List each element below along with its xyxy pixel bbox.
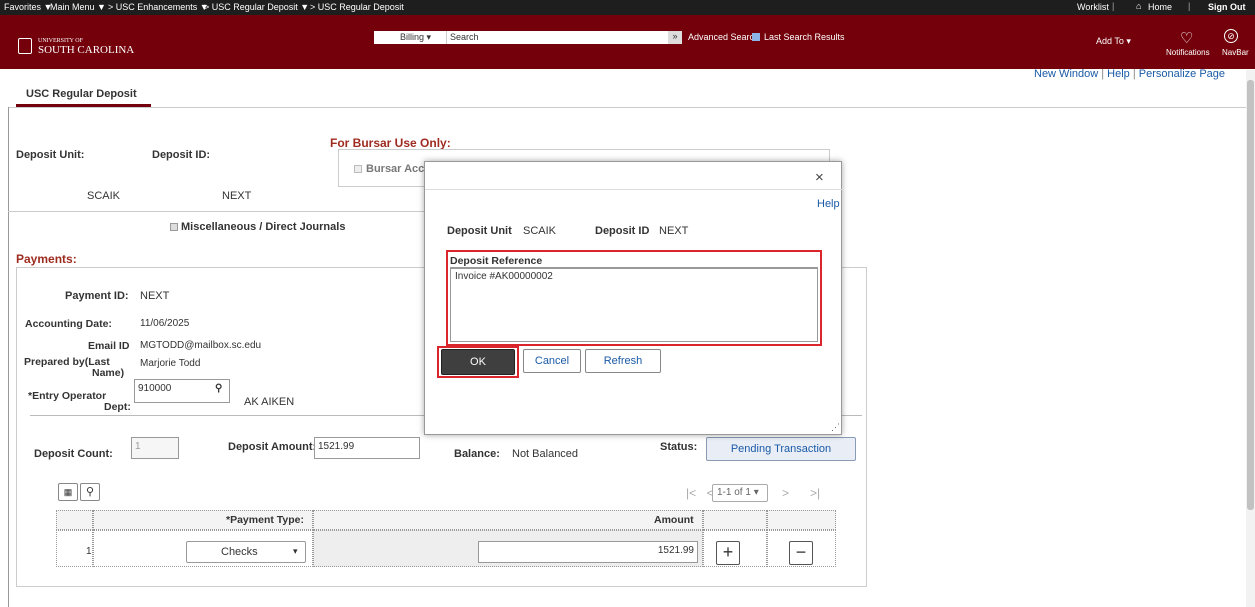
search-input[interactable]: Search: [446, 31, 668, 44]
payment-id-label: Payment ID:: [65, 290, 129, 302]
grid-header-amount: [313, 510, 703, 530]
help-link[interactable]: Help: [1107, 68, 1130, 80]
grid-header-rownum: [56, 510, 93, 530]
col-payment-type: *Payment Type:: [226, 514, 304, 526]
entry-operator-desc: AK AIKEN: [244, 396, 295, 408]
modal-deposit-id-label: Deposit ID: [595, 225, 650, 237]
email-value: MGTODD@mailbox.sc.edu: [140, 340, 262, 351]
grid-header-delete: [767, 510, 836, 530]
payments-title: Payments:: [16, 252, 77, 266]
deposit-reference-label: Deposit Reference: [450, 255, 543, 267]
row-amount-input[interactable]: 1521.99: [478, 541, 698, 563]
entry-operator-label-2: Dept:: [104, 401, 131, 413]
navbar-label[interactable]: NavBar: [1222, 48, 1249, 57]
balance-value: Not Balanced: [512, 448, 579, 460]
deposit-amount-input[interactable]: 1521.99: [314, 437, 420, 459]
deposit-amount-label: Deposit Amount:: [228, 441, 317, 453]
grid-header-add: [703, 510, 767, 530]
deposit-reference-modal: × Help Deposit Unit SCAIK Deposit ID NEX…: [424, 161, 843, 435]
deposit-unit-value: SCAIK: [87, 190, 121, 202]
entry-operator-input[interactable]: 910000 ⚲: [134, 379, 230, 403]
page-tab-title[interactable]: USC Regular Deposit: [26, 88, 137, 100]
resize-handle-icon[interactable]: ⋰: [831, 422, 840, 433]
modal-header-divider: [425, 189, 843, 190]
notifications-bell-icon[interactable]: ♡: [1180, 29, 1193, 47]
cancel-button[interactable]: Cancel: [523, 349, 581, 373]
deposit-reference-textarea[interactable]: Invoice #AK00000002: [450, 268, 818, 342]
home-link[interactable]: Home: [1148, 2, 1172, 12]
main-menu[interactable]: Main Menu ▼: [50, 2, 106, 12]
new-window-link[interactable]: New Window: [1034, 68, 1098, 80]
misc-checkbox[interactable]: [170, 223, 178, 231]
modal-deposit-unit-label: Deposit Unit: [447, 225, 512, 237]
modal-deposit-id-value: NEXT: [659, 225, 689, 237]
payment-id-value: NEXT: [140, 290, 170, 302]
deposit-count-label: Deposit Count:: [34, 448, 113, 460]
close-icon[interactable]: ×: [815, 169, 824, 186]
prepared-by-value: Marjorie Todd: [140, 358, 201, 369]
palmetto-logo-icon: [18, 38, 32, 54]
bursar-title: For Bursar Use Only:: [330, 136, 451, 150]
email-label: Email ID: [88, 340, 130, 352]
page-links: New Window | Help | Personalize Page: [1034, 68, 1225, 80]
vertical-scrollbar[interactable]: [1246, 70, 1255, 607]
search-go-icon[interactable]: »: [668, 31, 682, 44]
modal-deposit-unit-value: SCAIK: [523, 225, 557, 237]
breadcrumb-regular-deposit-menu[interactable]: > USC Regular Deposit ▼: [204, 2, 309, 12]
top-nav-bar: Favorites ▼ Main Menu ▼ > USC Enhancemen…: [0, 0, 1255, 15]
lookup-search-icon[interactable]: ⚲: [215, 383, 222, 394]
worklist-link[interactable]: Worklist: [1077, 2, 1109, 12]
prev-page-arrow: <: [690, 486, 714, 500]
page-frame-left: [8, 107, 9, 607]
prepared-by-label-2: Name): [92, 367, 125, 379]
entry-operator-label: *Entry Operator: [28, 390, 107, 402]
home-icon[interactable]: ⌂: [1136, 1, 1141, 11]
next-page-icon[interactable]: >: [782, 486, 789, 500]
bursar-checkbox[interactable]: [354, 165, 362, 173]
pager-select[interactable]: 1-1 of 1 ▾: [712, 484, 768, 502]
favorites-menu[interactable]: Favorites ▼: [4, 2, 52, 12]
accounting-date-value: 11/06/2025: [140, 318, 190, 329]
notifications-label[interactable]: Notifications: [1166, 48, 1210, 57]
deposit-id-label: Deposit ID:: [152, 149, 211, 161]
breadcrumb-regular-deposit[interactable]: > USC Regular Deposit: [310, 2, 404, 12]
deposit-id-value: NEXT: [222, 190, 252, 202]
ok-button[interactable]: OK: [441, 349, 515, 375]
search-category-select[interactable]: Billing ▾: [374, 31, 446, 44]
advanced-search-link[interactable]: Advanced Search: [688, 32, 759, 42]
misc-checkbox-label: Miscellaneous / Direct Journals: [181, 221, 346, 233]
refresh-button[interactable]: Refresh: [585, 349, 661, 373]
status-button[interactable]: Pending Transaction: [706, 437, 856, 461]
last-search-results-link[interactable]: Last Search Results: [764, 32, 845, 42]
delete-row-icon[interactable]: −: [789, 541, 813, 565]
last-search-icon: [752, 33, 760, 41]
divider: |: [1188, 1, 1191, 11]
balance-label: Balance:: [454, 448, 500, 460]
accounting-date-label: Accounting Date:: [25, 318, 112, 330]
tab-divider: [8, 107, 1246, 108]
scrollbar-thumb[interactable]: [1247, 80, 1254, 510]
university-name: SOUTH CAROLINA: [38, 44, 135, 56]
grid-search-icon[interactable]: ⚲: [80, 483, 100, 501]
last-page-icon[interactable]: >|: [810, 486, 820, 500]
add-row-icon[interactable]: +: [716, 541, 740, 565]
divider: |: [1112, 1, 1115, 11]
personalize-page-link[interactable]: Personalize Page: [1139, 68, 1225, 80]
section-divider: [8, 211, 428, 212]
status-label: Status:: [660, 441, 698, 453]
breadcrumb-usc-enhancements[interactable]: > USC Enhancements ▼: [108, 2, 209, 12]
row-number: 1: [86, 546, 92, 557]
app-header: UNIVERSITY OF SOUTH CAROLINA Billing ▾ S…: [0, 15, 1255, 69]
payment-type-select[interactable]: Checks ▾: [186, 541, 306, 563]
sign-out-link[interactable]: Sign Out: [1208, 2, 1246, 12]
compass-icon[interactable]: ⊘: [1224, 29, 1238, 43]
deposit-unit-label: Deposit Unit:: [16, 149, 85, 161]
add-to-menu[interactable]: Add To ▾: [1096, 36, 1131, 47]
col-amount: Amount: [654, 514, 694, 526]
bursar-checkbox-label: Bursar Acc: [366, 163, 425, 175]
grid-personalize-icon[interactable]: ▦: [58, 483, 78, 501]
modal-help-link[interactable]: Help: [817, 198, 840, 210]
deposit-count-input[interactable]: 1: [131, 437, 179, 459]
deposit-reference-highlight: Deposit Reference Invoice #AK00000002: [446, 250, 822, 346]
